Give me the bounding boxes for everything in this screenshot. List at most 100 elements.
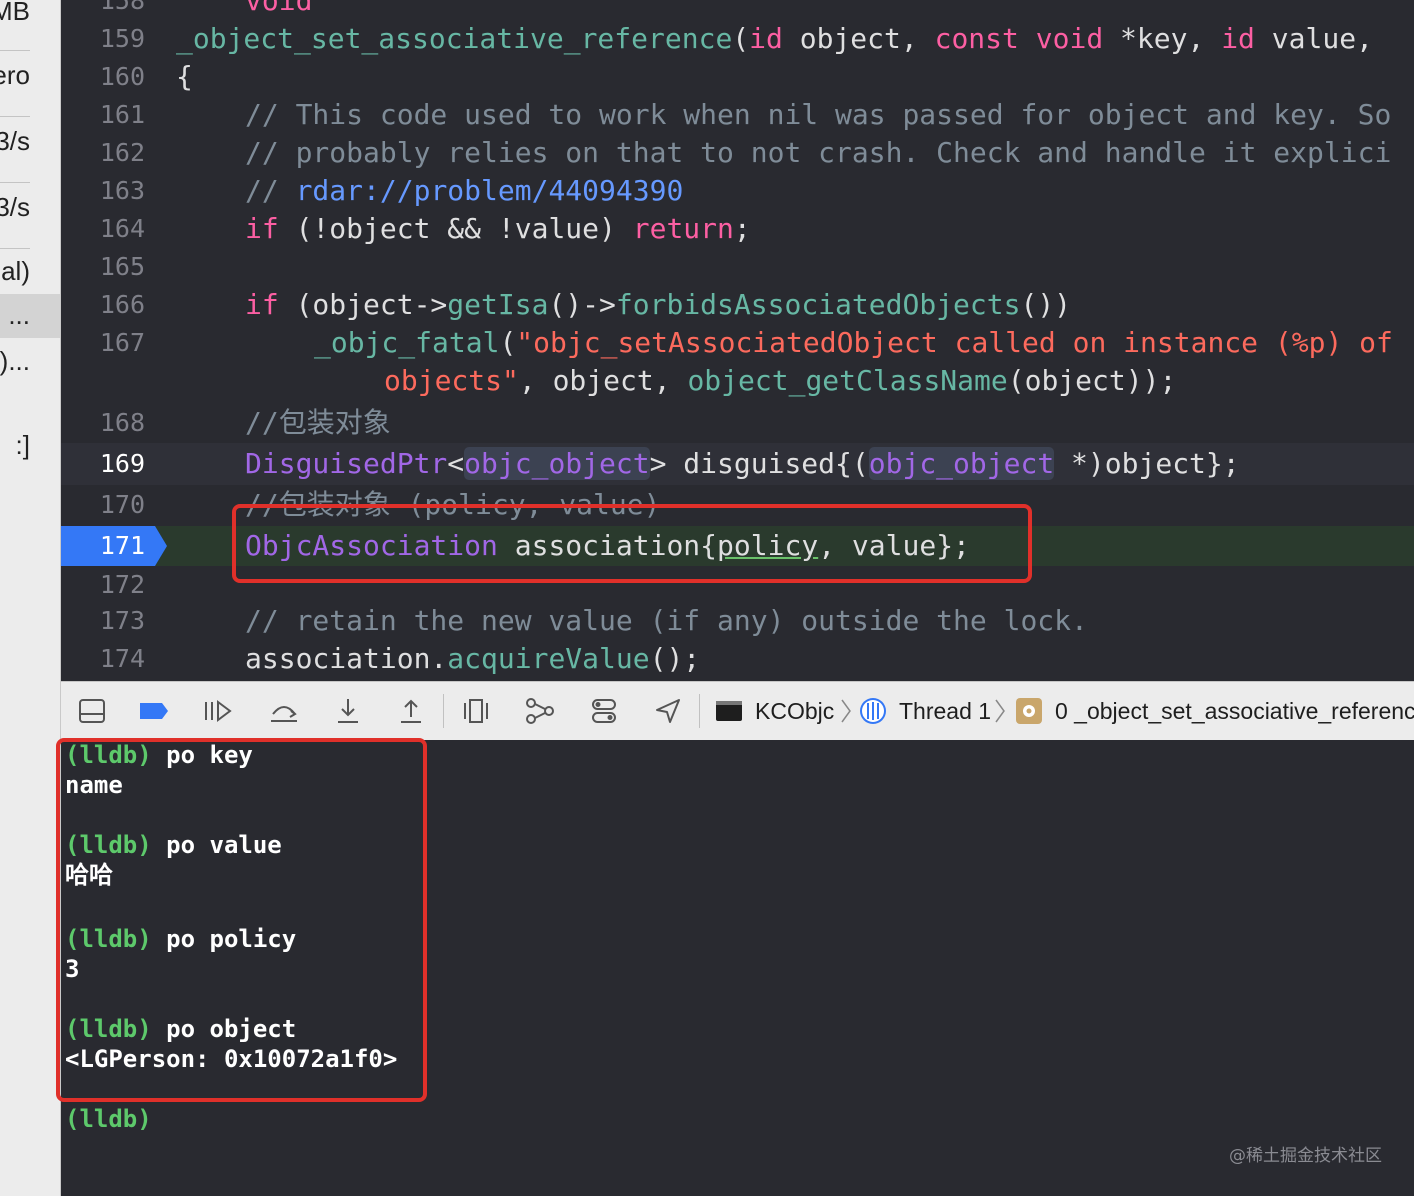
line-number: 170	[99, 490, 145, 519]
location-arrow-icon	[656, 699, 680, 723]
breadcrumb-thread[interactable]: Thread 1	[859, 682, 991, 740]
environment-overrides-button[interactable]	[587, 696, 621, 726]
watermark: @稀土掘金技术社区	[1229, 1146, 1382, 1166]
code-line: 170 //包装对象 (policy, value)	[61, 486, 1414, 524]
step-over-button[interactable]	[267, 696, 301, 726]
sidebar-row-text: :]	[15, 430, 30, 460]
line-number: 162	[99, 138, 145, 167]
toolbar-separator	[443, 694, 444, 728]
sidebar-row-text: 3/s	[0, 126, 30, 156]
hide-debug-area-button[interactable]	[75, 696, 109, 726]
debug-area-icon	[79, 699, 105, 723]
line-number: 166	[99, 290, 145, 319]
sidebar-row[interactable]: ...	[0, 300, 60, 340]
console-prompt[interactable]: (lldb)	[65, 1104, 152, 1134]
simulate-location-button[interactable]	[651, 696, 685, 726]
breakpoints-toggle-button[interactable]	[137, 696, 171, 726]
sidebar-row[interactable]: )...	[0, 346, 60, 386]
breadcrumb-frame[interactable]: 0 _object_set_associative_referenc	[1015, 682, 1414, 740]
code-text: // retain the new value (if any) outside…	[245, 604, 1088, 637]
line-number: 172	[99, 570, 145, 599]
step-into-button[interactable]	[331, 696, 365, 726]
console-command-line: (lldb) po key	[65, 741, 253, 769]
code-line: 159 _object_set_associative_reference(id…	[61, 20, 1414, 58]
sidebar-row-text: MB	[0, 0, 30, 26]
terminal-icon	[716, 701, 742, 721]
thread-icon	[860, 698, 886, 724]
toolbar-separator	[699, 694, 700, 728]
code-text: if (!object && !value) return;	[245, 212, 751, 245]
sidebar-row[interactable]: ero	[0, 60, 60, 100]
view-hierarchy-button[interactable]	[459, 696, 493, 726]
code-line: 167 _objc_fatal("objc_setAssociatedObjec…	[61, 324, 1414, 362]
memory-graph-button[interactable]	[523, 696, 557, 726]
code-line: 168 //包装对象	[61, 404, 1414, 442]
code-line-current: 169 DisguisedPtr<objc_object> disguised{…	[61, 443, 1414, 485]
line-number: 174	[99, 644, 145, 673]
continue-button[interactable]	[201, 696, 235, 726]
debug-navigator-sidebar: MB ero 3/s 3/s al) ... )... :]	[0, 0, 61, 1196]
code-text: _object_set_associative_reference(id obj…	[176, 22, 1373, 55]
step-out-icon	[401, 699, 421, 723]
code-line: 164 if (!object && !value) return;	[61, 210, 1414, 248]
console-command-line: (lldb) po policy	[65, 925, 297, 953]
breakpoint-icon	[140, 703, 168, 719]
code-text: if (object->getIsa()->forbidsAssociatedO…	[245, 288, 1072, 321]
code-line-executing: 171 ObjcAssociation association{policy, …	[61, 526, 1414, 566]
code-line-wrapped: objects", object, object_getClassName(ob…	[61, 362, 1414, 400]
sidebar-row-text: ...	[8, 300, 30, 330]
line-number: 158	[99, 0, 145, 15]
line-number: 171	[99, 531, 145, 560]
console-output: <LGPerson: 0x10072a1f0>	[65, 1045, 398, 1073]
step-over-icon	[271, 706, 297, 722]
sidebar-row[interactable]: :]	[0, 430, 60, 470]
sidebar-row[interactable]: MB	[0, 0, 60, 36]
continue-icon	[205, 700, 232, 722]
console-command-line: (lldb) po value	[65, 831, 282, 859]
rdar-link[interactable]: rdar://problem/44094390	[296, 174, 684, 207]
line-number: 168	[99, 408, 145, 437]
code-text: DisguisedPtr<objc_object> disguised{(obj…	[245, 447, 1240, 480]
step-into-icon	[338, 699, 358, 723]
line-number: 173	[99, 606, 145, 635]
memory-graph-icon	[526, 698, 554, 724]
code-text: void	[245, 0, 313, 17]
frame-gear-icon	[1016, 698, 1042, 724]
sidebar-divider	[0, 116, 30, 117]
line-number: 161	[99, 100, 145, 129]
debug-bar: KCObjc Thread 1 0 _object_set_associativ…	[61, 681, 1414, 741]
sidebar-row[interactable]: 3/s	[0, 192, 60, 232]
code-text: _objc_fatal("objc_setAssociatedObject ca…	[314, 326, 1393, 359]
sidebar-divider	[0, 182, 30, 183]
sidebar-row-text: 3/s	[0, 192, 30, 222]
code-line: 163 // rdar://problem/44094390	[61, 172, 1414, 210]
line-number: 167	[99, 328, 145, 357]
line-number: 163	[99, 176, 145, 205]
code-text: // This code used to work when nil was p…	[245, 98, 1392, 131]
console-output: 3	[65, 955, 80, 983]
sidebar-row-text: al)	[1, 256, 30, 286]
lldb-console[interactable]: (lldb) po key name (lldb) po value 哈哈 (l…	[61, 740, 1414, 1196]
line-number: 160	[99, 62, 145, 91]
step-out-button[interactable]	[394, 696, 428, 726]
sidebar-row[interactable]: al)	[0, 256, 60, 296]
code-text: objects", object, object_getClassName(ob…	[384, 364, 1177, 397]
code-line: 166 if (object->getIsa()->forbidsAssocia…	[61, 286, 1414, 324]
breadcrumb-label: 0 _object_set_associative_referenc	[1055, 697, 1414, 724]
code-line: 174 association.acquireValue();	[61, 640, 1414, 678]
sidebar-row[interactable]: 3/s	[0, 126, 60, 166]
breadcrumb-target[interactable]: KCObjc	[715, 682, 834, 740]
console-command-line: (lldb) po object	[65, 1015, 297, 1043]
code-line: 173 // retain the new value (if any) out…	[61, 602, 1414, 640]
line-number: 169	[99, 449, 145, 478]
source-editor[interactable]: 158 void 159 _object_set_associative_ref…	[61, 0, 1414, 680]
code-line: 172	[61, 566, 1414, 604]
code-line: 160 {	[61, 58, 1414, 96]
sidebar-divider	[0, 50, 30, 51]
line-number: 165	[99, 252, 145, 281]
breadcrumb-label: Thread 1	[899, 697, 992, 724]
code-line: 158 void	[61, 0, 1414, 20]
view-hierarchy-icon	[464, 699, 488, 723]
breadcrumb-chevron-icon	[841, 699, 851, 723]
sidebar-row-text: )...	[0, 346, 30, 376]
